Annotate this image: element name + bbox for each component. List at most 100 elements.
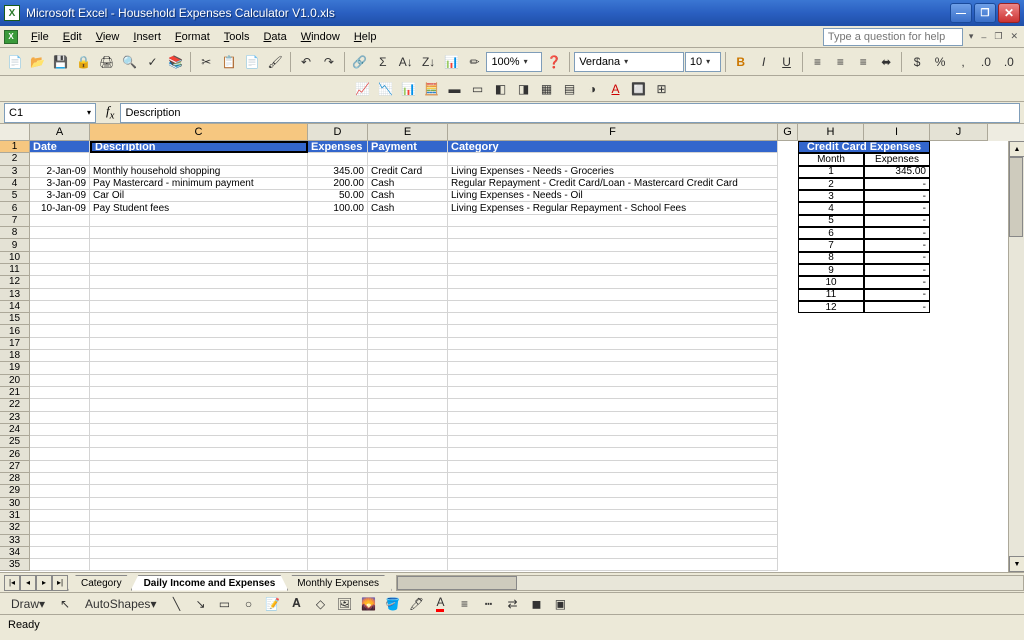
cell-J7[interactable]	[930, 215, 988, 227]
row-header-26[interactable]: 26	[0, 448, 30, 460]
doc-close-button[interactable]: ✕	[1008, 31, 1020, 42]
cell-C11[interactable]	[90, 264, 308, 276]
cell-G23[interactable]	[778, 412, 798, 424]
maximize-button[interactable]: ❐	[974, 3, 996, 23]
draw-menu[interactable]: Draw ▾	[4, 593, 52, 615]
cell-F6[interactable]: Living Expenses - Regular Repayment - Sc…	[448, 202, 778, 214]
cell-J20[interactable]	[930, 375, 988, 387]
cell-C31[interactable]	[90, 510, 308, 522]
cell-G35[interactable]	[778, 559, 798, 571]
cell-A29[interactable]	[30, 485, 90, 497]
cell-C3[interactable]: Monthly household shopping	[90, 166, 308, 178]
cell-A27[interactable]	[30, 461, 90, 473]
row-header-5[interactable]: 5	[0, 190, 30, 202]
cell-E29[interactable]	[368, 485, 448, 497]
cell-D9[interactable]	[308, 239, 368, 251]
cell-H14[interactable]: 12	[798, 301, 864, 313]
print-button[interactable]: 🖨	[96, 51, 118, 73]
cell-C5[interactable]: Car Oil	[90, 190, 308, 202]
cell-G5[interactable]	[778, 190, 798, 202]
cell-A12[interactable]	[30, 276, 90, 288]
cell-I3[interactable]: 345.00	[864, 166, 930, 178]
cell-H23[interactable]	[798, 412, 864, 424]
tab-next-button[interactable]: ▸	[36, 575, 52, 591]
cell-C7[interactable]	[90, 215, 308, 227]
cell-G25[interactable]	[778, 436, 798, 448]
cell-I9[interactable]: -	[864, 239, 930, 251]
cell-C28[interactable]	[90, 473, 308, 485]
cell-A8[interactable]	[30, 227, 90, 239]
cell-C21[interactable]	[90, 387, 308, 399]
chart-tool-1[interactable]: 📈	[352, 78, 374, 100]
autoshapes-menu[interactable]: AutoShapes ▾	[78, 593, 163, 615]
cell-J27[interactable]	[930, 461, 988, 473]
chart-tool-2[interactable]: 📉	[375, 78, 397, 100]
cell-I21[interactable]	[864, 387, 930, 399]
cell-A28[interactable]	[30, 473, 90, 485]
cell-H18[interactable]	[798, 350, 864, 362]
row-header-30[interactable]: 30	[0, 498, 30, 510]
cell-G8[interactable]	[778, 227, 798, 239]
cell-G6[interactable]	[778, 202, 798, 214]
cell-G7[interactable]	[778, 215, 798, 227]
cell-F19[interactable]	[448, 362, 778, 374]
cell-F33[interactable]	[448, 535, 778, 547]
col-header-F[interactable]: F	[448, 124, 778, 141]
cell-G18[interactable]	[778, 350, 798, 362]
cell-G3[interactable]	[778, 166, 798, 178]
font-color-button[interactable]: A	[429, 593, 451, 615]
cell-A35[interactable]	[30, 559, 90, 571]
row-header-32[interactable]: 32	[0, 522, 30, 534]
cell-C6[interactable]: Pay Student fees	[90, 202, 308, 214]
cell-F16[interactable]	[448, 325, 778, 337]
cell-H24[interactable]	[798, 424, 864, 436]
cell-H32[interactable]	[798, 522, 864, 534]
cell-H26[interactable]	[798, 448, 864, 460]
cell-E27[interactable]	[368, 461, 448, 473]
cell-C17[interactable]	[90, 338, 308, 350]
cell-D13[interactable]	[308, 289, 368, 301]
italic-button[interactable]: I	[753, 51, 775, 73]
cell-F35[interactable]	[448, 559, 778, 571]
cell-J35[interactable]	[930, 559, 988, 571]
cell-I2[interactable]: Expenses	[864, 153, 930, 165]
cell-I20[interactable]	[864, 375, 930, 387]
cell-F14[interactable]	[448, 301, 778, 313]
cell-C25[interactable]	[90, 436, 308, 448]
zoom-select[interactable]: 100%▾	[486, 52, 542, 72]
sort-desc-button[interactable]: Z↓	[418, 51, 440, 73]
border-tool[interactable]: ⊞	[651, 78, 673, 100]
cell-D2[interactable]	[308, 153, 368, 165]
cell-F13[interactable]	[448, 289, 778, 301]
cell-D35[interactable]	[308, 559, 368, 571]
cell-E12[interactable]	[368, 276, 448, 288]
cell-E31[interactable]	[368, 510, 448, 522]
cell-H8[interactable]: 6	[798, 227, 864, 239]
cell-D30[interactable]	[308, 498, 368, 510]
row-header-33[interactable]: 33	[0, 535, 30, 547]
cell-C8[interactable]	[90, 227, 308, 239]
select-all-corner[interactable]	[0, 124, 30, 141]
sort-asc-button[interactable]: A↓	[395, 51, 417, 73]
cell-E16[interactable]	[368, 325, 448, 337]
row-header-15[interactable]: 15	[0, 313, 30, 325]
picture-button[interactable]: 🌄	[357, 593, 379, 615]
spelling-button[interactable]: ✓	[142, 51, 164, 73]
cell-E6[interactable]: Cash	[368, 202, 448, 214]
cell-D6[interactable]: 100.00	[308, 202, 368, 214]
cell-E17[interactable]	[368, 338, 448, 350]
row-header-29[interactable]: 29	[0, 485, 30, 497]
cell-H6[interactable]: 4	[798, 202, 864, 214]
cell-G31[interactable]	[778, 510, 798, 522]
cell-I28[interactable]	[864, 473, 930, 485]
chart-tool-11[interactable]: ◑	[582, 78, 604, 100]
row-header-34[interactable]: 34	[0, 547, 30, 559]
help-search-input[interactable]	[823, 28, 963, 46]
cell-H2[interactable]: Month	[798, 153, 864, 165]
vertical-scrollbar[interactable]: ▲ ▼	[1008, 141, 1024, 572]
cell-I5[interactable]: -	[864, 190, 930, 202]
doc-restore-button[interactable]: ❐	[992, 31, 1004, 42]
spreadsheet-grid[interactable]: ACDEFGHIJ 123456789101112131415161718192…	[0, 124, 1024, 572]
cell-C18[interactable]	[90, 350, 308, 362]
row-header-7[interactable]: 7	[0, 215, 30, 227]
